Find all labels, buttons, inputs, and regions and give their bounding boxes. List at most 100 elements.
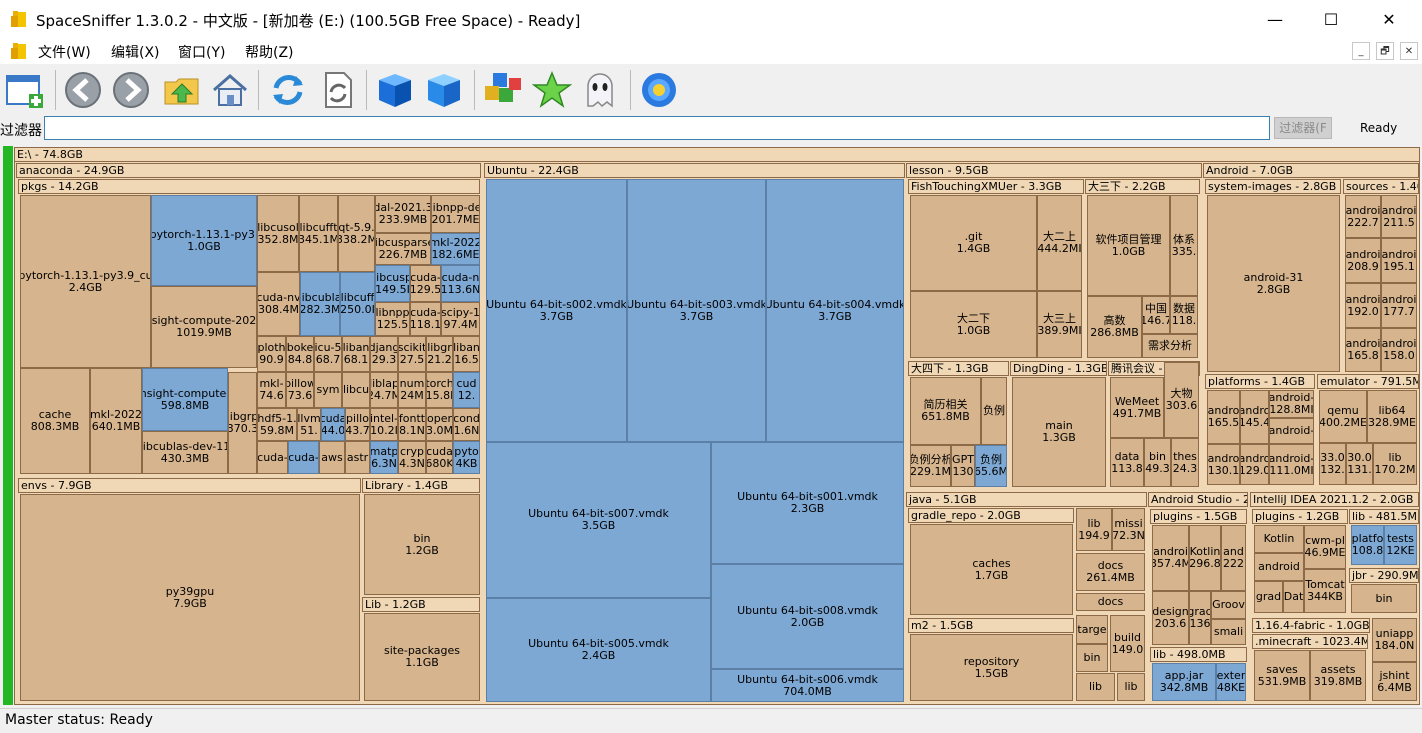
treemap-file[interactable]: torch 15.8I xyxy=(426,372,453,408)
treemap-file[interactable]: and 222 xyxy=(1221,525,1246,591)
treemap-folder-header[interactable]: system-images - 2.8GB xyxy=(1205,179,1341,194)
treemap-file[interactable]: saves 531.9MB xyxy=(1254,650,1310,701)
treemap-file[interactable]: Ubuntu 64-bit-s001.vmdk 2.3GB xyxy=(711,442,904,564)
treemap-file[interactable]: caches 1.7GB xyxy=(910,524,1073,615)
treemap-file[interactable]: libgrp 370.3 xyxy=(228,372,257,474)
treemap-file[interactable]: mkl- 74.6 xyxy=(257,372,286,408)
treemap-file[interactable]: cuda- 129.5 xyxy=(410,265,441,302)
folder-up-icon[interactable] xyxy=(162,70,202,110)
treemap-file[interactable]: py39gpu 7.9GB xyxy=(20,494,360,701)
treemap-file[interactable]: libnpp-de 201.7ME xyxy=(431,195,480,233)
treemap-file[interactable]: cuda-n 113.6N xyxy=(441,265,480,302)
treemap-folder-header[interactable]: FishTouchingXMUer - 3.3GB xyxy=(908,179,1084,194)
treemap-file[interactable]: matp 6.3N xyxy=(370,441,398,474)
ghost-icon[interactable] xyxy=(580,70,620,110)
new-window-icon[interactable] xyxy=(5,70,45,110)
treemap-file[interactable]: boke 84.8 xyxy=(286,336,314,372)
treemap-file[interactable]: androi 195.1 xyxy=(1381,238,1417,283)
treemap-file[interactable]: scipy-1 97.4M xyxy=(441,302,480,336)
treemap-folder-header[interactable]: lib - 481.5M xyxy=(1349,509,1419,524)
treemap-folder-header[interactable]: Ubuntu - 22.4GB xyxy=(484,163,905,178)
treemap-folder-header[interactable]: lesson - 9.5GB xyxy=(906,163,1202,178)
reload-file-icon[interactable] xyxy=(318,70,358,110)
treemap-file[interactable]: 需求分析 xyxy=(1142,334,1198,358)
treemap-file[interactable]: cuda 44.0 xyxy=(321,408,345,441)
treemap-folder-header[interactable]: Android Studio - 2. xyxy=(1148,492,1248,507)
treemap-file[interactable]: android- 128.8MI xyxy=(1269,390,1314,418)
treemap-file[interactable]: cond 1.6N xyxy=(453,408,480,441)
treemap-file[interactable]: andro 165.5 xyxy=(1207,390,1240,444)
treemap-file[interactable]: sym xyxy=(314,372,342,408)
treemap-folder-header[interactable]: m2 - 1.5GB xyxy=(908,618,1074,633)
treemap-file[interactable]: hdf5-1. 59.8M xyxy=(257,408,297,441)
treemap-file[interactable]: 软件项目管理 1.0GB xyxy=(1087,195,1170,296)
treemap-file[interactable]: bin 49.3 xyxy=(1144,438,1171,487)
treemap-file[interactable]: andro 145.4 xyxy=(1240,390,1269,444)
treemap-file[interactable]: intel- 10.2I xyxy=(370,408,398,441)
treemap-file[interactable]: platfo 108.8 xyxy=(1351,525,1384,565)
treemap-file[interactable]: nsight-compute- 598.8MB xyxy=(142,368,228,431)
treemap-file[interactable]: main 1.3GB xyxy=(1012,377,1106,487)
maximize-button[interactable]: ☐ xyxy=(1306,0,1356,38)
treemap-file[interactable]: 大物 303.6 xyxy=(1164,362,1199,438)
treemap-file[interactable]: androi 165.8 xyxy=(1345,328,1381,372)
treemap-folder-header[interactable]: E:\ - 74.8GB xyxy=(14,147,1420,162)
treemap-file[interactable]: nsight-compute-2022 1019.9MB xyxy=(151,286,257,368)
treemap-file[interactable]: androi 222.7 xyxy=(1345,195,1381,238)
treemap-file[interactable]: libcublas-dev-11 430.3MB xyxy=(142,431,228,474)
treemap-folder-header[interactable]: pkgs - 14.2GB xyxy=(18,179,480,194)
treemap-file[interactable]: djang 29.3 xyxy=(370,336,398,372)
treemap-file[interactable]: lib 170.2M xyxy=(1373,443,1417,485)
treemap-file[interactable]: missi 72.3N xyxy=(1112,508,1145,551)
treemap-file[interactable]: llvm 51. xyxy=(297,408,321,441)
blue-box-icon[interactable] xyxy=(375,70,415,110)
treemap-file[interactable]: app.jar 342.8MB xyxy=(1152,663,1216,701)
treemap-file[interactable]: Ubuntu 64-bit-s006.vmdk 704.0MB xyxy=(711,669,904,702)
back-icon[interactable] xyxy=(63,70,103,110)
treemap-file[interactable]: 高数 286.8MB xyxy=(1087,296,1142,358)
treemap-file[interactable]: cuda- xyxy=(288,441,319,474)
menu-window[interactable]: 窗口(Y) xyxy=(178,42,225,62)
treemap-file[interactable]: Ubuntu 64-bit-s004.vmdk 3.7GB xyxy=(766,179,904,442)
treemap-file[interactable]: lib64 328.9ME xyxy=(1367,390,1417,443)
treemap-file[interactable]: Ubuntu 64-bit-s003.vmdk 3.7GB xyxy=(627,179,766,442)
treemap-file[interactable]: fontt 8.1N xyxy=(398,408,426,441)
treemap-file[interactable]: 大三上 389.9MI xyxy=(1037,291,1082,358)
treemap-file[interactable]: cuda- 118.1 xyxy=(410,302,441,336)
treemap-file[interactable]: exter 48KE xyxy=(1216,663,1246,701)
treemap-file[interactable]: pillow 73.6 xyxy=(286,372,314,408)
close-button[interactable]: ✕ xyxy=(1364,0,1414,38)
star-icon[interactable] xyxy=(532,70,572,110)
treemap-file[interactable]: liblap 24.7M xyxy=(370,372,398,408)
menu-edit[interactable]: 编辑(X) xyxy=(111,42,160,62)
treemap-file[interactable]: libcuff 250.0I xyxy=(340,272,375,336)
treemap-file[interactable]: andro 130.1 xyxy=(1207,444,1240,485)
treemap-folder-header[interactable]: 1.16.4-fabric - 1.0GB xyxy=(1252,618,1370,633)
treemap-file[interactable]: .git 1.4GB xyxy=(910,195,1037,291)
treemap-file[interactable]: cuda-nv 308.4M xyxy=(257,272,300,336)
treemap-file[interactable]: dal-2021.3 233.9MB xyxy=(375,195,431,233)
treemap-file[interactable]: repository 1.5GB xyxy=(910,634,1073,701)
treemap-file[interactable]: Tomcat 344KB xyxy=(1304,569,1346,613)
treemap-file[interactable]: 体系 335. xyxy=(1170,195,1198,296)
menu-file[interactable]: 文件(W) xyxy=(38,42,91,62)
treemap-file[interactable]: build 149.0 xyxy=(1110,615,1145,672)
treemap-file[interactable]: icu-5 68.7 xyxy=(314,336,342,372)
treemap-folder-header[interactable]: jbr - 290.9M xyxy=(1349,568,1419,583)
treemap-file[interactable]: grad 136 xyxy=(1189,591,1211,645)
treemap-file[interactable]: 大二上 444.2MI xyxy=(1037,195,1082,291)
forward-icon[interactable] xyxy=(111,70,151,110)
treemap-file[interactable]: ploth 90.9 xyxy=(257,336,286,372)
blue-box-alt-icon[interactable] xyxy=(424,70,464,110)
treemap-file[interactable]: bin 1.2GB xyxy=(364,494,480,595)
treemap-file[interactable]: num 24M xyxy=(398,372,426,408)
mdi-restore-button[interactable]: 🗗 xyxy=(1376,42,1394,60)
treemap-file[interactable]: libcufft 345.1M xyxy=(299,195,338,272)
treemap-file[interactable]: androi 177.7 xyxy=(1381,283,1417,328)
filter-input[interactable] xyxy=(44,116,1270,140)
treemap-folder-header[interactable]: sources - 1.40 xyxy=(1343,179,1419,194)
treemap-file[interactable]: thes 24.3 xyxy=(1171,438,1199,487)
treemap-file[interactable]: cuda 680K xyxy=(426,441,453,474)
treemap-file[interactable]: scikit 27.5 xyxy=(398,336,426,372)
treemap-file[interactable]: Dat xyxy=(1283,581,1304,613)
